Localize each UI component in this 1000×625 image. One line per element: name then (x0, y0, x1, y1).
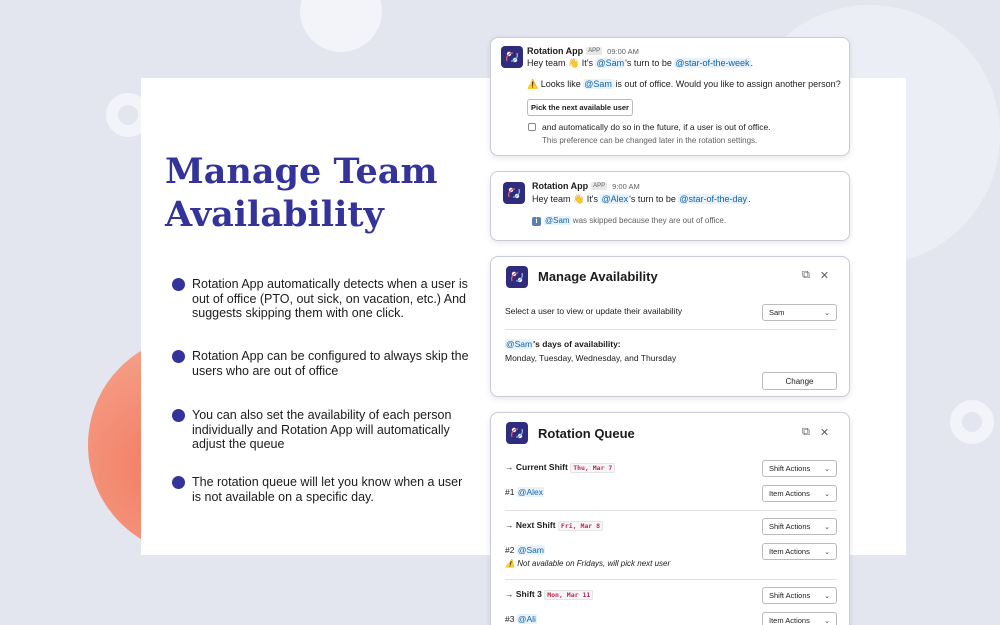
divider (505, 579, 837, 580)
item-actions-select[interactable]: Item Actions ⌄ (762, 543, 837, 560)
chevron-down-icon: ⌄ (824, 617, 830, 625)
message-time[interactable]: 9:00 AM (612, 182, 640, 191)
feature-item: You can also set the availability of eac… (172, 408, 472, 452)
feature-item: Rotation App can be configured to always… (172, 349, 472, 378)
shift-date: Mon, Mar 11 (544, 590, 594, 600)
message-header: Rotation App APP 09:00 AM (527, 46, 639, 56)
select-user-label: Select a user to view or update their av… (505, 306, 683, 316)
chevron-down-icon: ⌄ (824, 309, 830, 317)
app-tag: APP (586, 47, 603, 55)
title-line-2: Availability (165, 194, 384, 235)
change-button[interactable]: Change (762, 372, 837, 390)
message-greeting: Hey team 👋 It's @Alex's turn to be @star… (532, 194, 751, 204)
item-actions-select[interactable]: Item Actions ⌄ (762, 612, 837, 625)
decor-circle-top (300, 0, 382, 52)
chevron-down-icon: ⌄ (824, 490, 830, 498)
user-mention[interactable]: @Sam (516, 545, 545, 555)
role-mention[interactable]: @star-of-the-day (678, 194, 749, 204)
chevron-down-icon: ⌄ (824, 548, 830, 556)
bullet-dot-icon (172, 278, 185, 291)
message-skipped: Rotation App APP 9:00 AM Hey team 👋 It's… (490, 171, 850, 241)
user-mention[interactable]: @Alex (516, 487, 545, 497)
feature-item: The rotation queue will let you know whe… (172, 475, 472, 504)
queue-rank: #3 (505, 614, 515, 624)
shift-label: → Shift 3 (505, 589, 542, 599)
app-tag: APP (591, 182, 608, 190)
info-icon: i (532, 217, 541, 226)
shift-label: → Next Shift (505, 520, 556, 530)
checkbox-label: and automatically do so in the future, i… (542, 122, 771, 132)
user-mention[interactable]: @Alex (600, 194, 630, 204)
auto-skip-checkbox[interactable] (528, 123, 536, 131)
close-icon[interactable]: ✕ (820, 269, 829, 282)
availability-days: Monday, Tuesday, Wednesday, and Thursday (505, 353, 677, 363)
warning-icon: ⚠️ (505, 559, 515, 568)
page-title: Manage Team Availability (165, 150, 485, 236)
queue-item: #2 @Sam (505, 545, 545, 555)
availability-heading: @Sam's days of availability: (505, 339, 621, 349)
chevron-down-icon: ⌄ (824, 465, 830, 473)
chevron-down-icon: ⌄ (824, 523, 830, 531)
divider (505, 329, 837, 330)
rotation-queue-modal: Rotation Queue ⧉ ✕ → Current Shift Thu, … (490, 412, 850, 625)
rotation-app-icon (501, 46, 523, 68)
title-line-1: Manage Team (165, 151, 438, 192)
queue-item: #3 @Ali (505, 614, 537, 624)
feature-text: You can also set the availability of eac… (192, 408, 452, 451)
shift-label: → Current Shift (505, 462, 568, 472)
shift-row: → Shift 3 Mon, Mar 11 (505, 589, 594, 600)
user-mention[interactable]: @Sam (595, 58, 626, 68)
feature-item: Rotation App automatically detects when … (172, 277, 472, 321)
bullet-dot-icon (172, 409, 185, 422)
modal-title: Manage Availability (538, 269, 658, 284)
chevron-down-icon: ⌄ (824, 592, 830, 600)
feature-text: The rotation queue will let you know whe… (192, 475, 463, 504)
expand-icon[interactable]: ⧉ (802, 269, 810, 282)
app-name[interactable]: Rotation App (527, 46, 583, 56)
message-header: Rotation App APP 9:00 AM (532, 181, 640, 191)
skip-notice: i @Sam was skipped because they are out o… (532, 216, 726, 226)
modal-controls: ⧉ ✕ (802, 269, 829, 282)
shift-date: Thu, Mar 7 (570, 463, 616, 473)
shift-actions-select[interactable]: Shift Actions ⌄ (762, 460, 837, 477)
feature-text: Rotation App automatically detects when … (192, 277, 468, 320)
manage-availability-modal: Manage Availability ⧉ ✕ Select a user to… (490, 256, 850, 397)
queue-rank: #1 (505, 487, 515, 497)
checkbox-note: This preference can be changed later in … (542, 136, 758, 145)
queue-item: #1 @Alex (505, 487, 545, 497)
pick-next-user-button[interactable]: Pick the next available user (527, 99, 633, 116)
rotation-app-icon (506, 422, 528, 444)
availability-warning: ⚠️ Not available on Fridays, will pick n… (505, 559, 671, 568)
rotation-app-icon (503, 182, 525, 204)
user-mention[interactable]: @Sam (505, 339, 534, 349)
bullet-dot-icon (172, 476, 185, 489)
user-mention[interactable]: @Sam (544, 216, 571, 225)
shift-actions-select[interactable]: Shift Actions ⌄ (762, 587, 837, 604)
out-of-office-warning: ⚠️ Looks like @Sam is out of office. Wou… (527, 79, 841, 89)
message-greeting: Hey team 👋 It's @Sam's turn to be @star-… (527, 58, 754, 68)
shift-date: Fri, Mar 8 (557, 521, 604, 531)
feature-text: Rotation App can be configured to always… (192, 349, 469, 378)
role-mention[interactable]: @star-of-the-week (674, 58, 751, 68)
user-mention[interactable]: @Ali (516, 614, 537, 624)
modal-title: Rotation Queue (538, 426, 635, 441)
queue-rank: #2 (505, 545, 515, 555)
bullet-dot-icon (172, 350, 185, 363)
user-select[interactable]: Sam ⌄ (762, 304, 837, 321)
shift-row: → Next Shift Fri, Mar 8 (505, 520, 604, 531)
expand-icon[interactable]: ⧉ (802, 426, 810, 439)
item-actions-select[interactable]: Item Actions ⌄ (762, 485, 837, 502)
selected-user: Sam (769, 308, 785, 317)
user-mention[interactable]: @Sam (583, 79, 613, 89)
modal-controls: ⧉ ✕ (802, 426, 829, 439)
divider (505, 510, 837, 511)
shift-row: → Current Shift Thu, Mar 7 (505, 462, 616, 473)
shift-actions-select[interactable]: Shift Actions ⌄ (762, 518, 837, 535)
message-out-of-office: Rotation App APP 09:00 AM Hey team 👋 It'… (490, 37, 850, 156)
message-time[interactable]: 09:00 AM (607, 47, 639, 56)
close-icon[interactable]: ✕ (820, 426, 829, 439)
decor-ring-right (950, 400, 994, 444)
rotation-app-icon (506, 266, 528, 288)
app-name[interactable]: Rotation App (532, 181, 588, 191)
